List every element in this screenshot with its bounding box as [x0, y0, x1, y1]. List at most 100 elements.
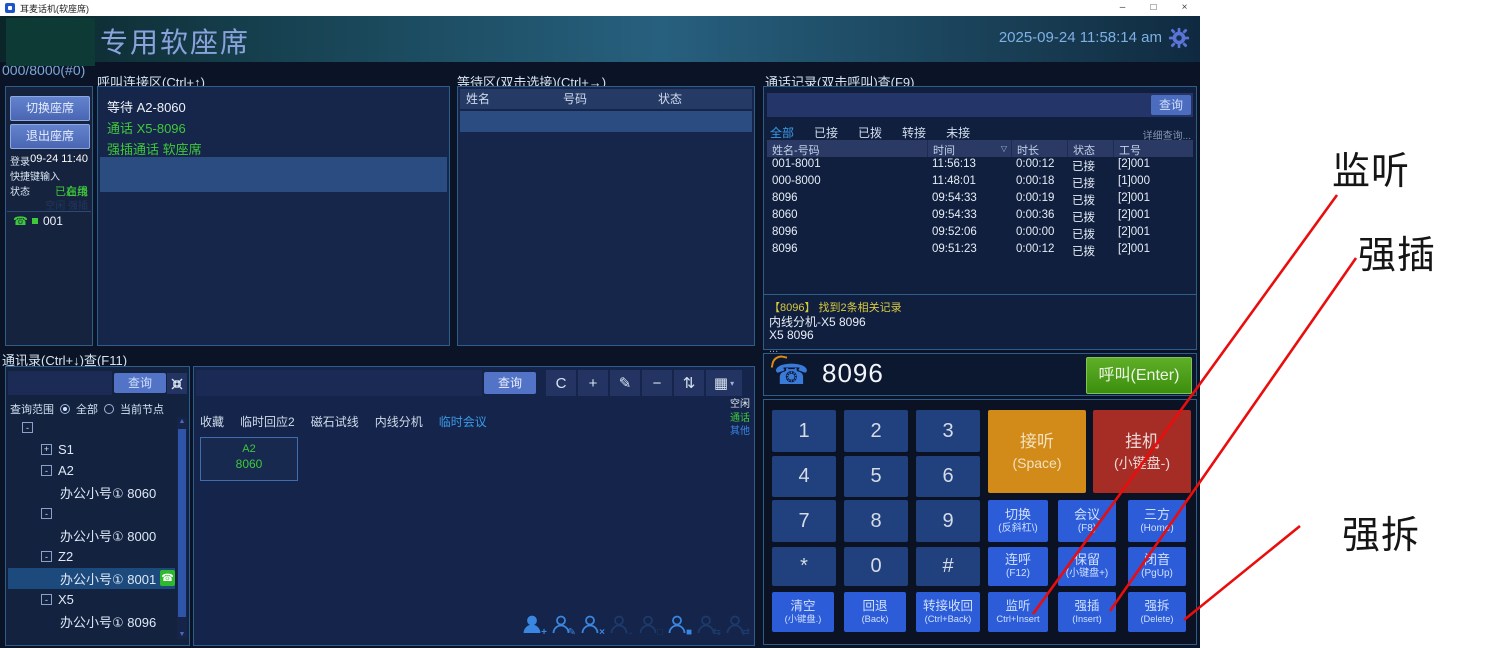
key-闭音[interactable]: 闭音(PgUp) [1128, 547, 1186, 586]
key-1[interactable]: 1 [772, 410, 836, 452]
connect-row[interactable]: 通话 X5-8096 [107, 118, 186, 137]
sort-desc-icon[interactable]: ▽ [1001, 144, 1007, 153]
collapse-icon[interactable]: - [41, 465, 52, 476]
key-0[interactable]: 0 [844, 547, 908, 586]
table-row[interactable]: 806009:54:330:00:36已拨[2]001 [767, 208, 1193, 225]
scroll-up-icon[interactable]: ▲ [177, 418, 187, 425]
edit-icon[interactable]: ✎ [610, 370, 640, 396]
contacts-search-input[interactable] [196, 370, 482, 396]
key-6[interactable]: 6 [916, 456, 980, 497]
key-9[interactable]: 9 [916, 500, 980, 542]
tree-item-办公小号①-8000[interactable]: 办公小号① 8000 [8, 525, 175, 547]
key-保留[interactable]: 保留(小键盘+) [1058, 547, 1116, 586]
call-button[interactable]: 呼叫(Enter) [1086, 357, 1192, 394]
add-icon[interactable]: + [578, 370, 608, 396]
key-hash[interactable]: # [916, 547, 980, 586]
tree-query-button[interactable]: 查询 [114, 373, 166, 393]
collapse-tree-icon[interactable] [167, 373, 187, 394]
delete-contact-icon[interactable]: × [579, 613, 603, 637]
filter-转接[interactable]: 转接 [902, 124, 926, 141]
key-转接收回[interactable]: 转接收回(Ctrl+Back) [916, 592, 980, 632]
key-连呼[interactable]: 连呼(F12) [988, 547, 1048, 586]
swap-contacts-icon[interactable]: ⇆ [695, 613, 719, 637]
remove-icon[interactable]: − [642, 370, 672, 396]
line-item[interactable]: ☎001 [13, 214, 63, 228]
tree-item-S1[interactable]: +S1 [8, 439, 175, 461]
tree-item-办公小号①-8060[interactable]: 办公小号① 8060 [8, 482, 175, 504]
key-会议[interactable]: 会议(F8) [1058, 500, 1116, 542]
dialed-number[interactable]: 8096 [822, 358, 884, 389]
key-5[interactable]: 5 [844, 456, 908, 497]
table-row[interactable]: 000-800011:48:010:00:18已接[1]000 [767, 174, 1193, 191]
scroll-thumb[interactable] [178, 429, 186, 617]
tree-item-办公小号①-8096[interactable]: 办公小号① 8096 [8, 611, 175, 633]
tree-item[interactable]: - [8, 417, 175, 439]
contacts-query-button[interactable]: 查询 [484, 372, 536, 394]
table-row[interactable]: 809609:51:230:00:12已拨[2]001 [767, 242, 1193, 259]
table-row[interactable]: 001-800111:56:130:00:12已接[2]001 [767, 157, 1193, 174]
view-mode-icon[interactable]: ▦▾ [706, 370, 742, 396]
close-button[interactable]: × [1169, 0, 1200, 16]
waiting-selected-row[interactable] [460, 111, 752, 132]
key-切换[interactable]: 切换(反斜杠\) [988, 500, 1048, 542]
filter-全部[interactable]: 全部 [770, 124, 794, 141]
refresh-icon[interactable]: C [546, 370, 576, 396]
key-强插[interactable]: 强插(Insert) [1058, 592, 1116, 632]
tab-收藏[interactable]: 收藏 [200, 413, 224, 430]
collapse-icon[interactable]: - [41, 508, 52, 519]
save-contact-icon[interactable]: ■ [666, 613, 690, 637]
key-7[interactable]: 7 [772, 500, 836, 542]
connect-row[interactable]: 等待 A2-8060 [107, 97, 186, 116]
monitor-contact-icon[interactable]: □ [637, 613, 661, 637]
key-清空[interactable]: 清空(小键盘.) [772, 592, 834, 632]
table-row[interactable]: 809609:54:330:00:19已拨[2]001 [767, 191, 1193, 208]
key-回退[interactable]: 回退(Back) [844, 592, 906, 632]
maximize-button[interactable]: □ [1138, 0, 1169, 16]
tree-item-Z2[interactable]: -Z2 [8, 546, 175, 568]
filter-已接[interactable]: 已接 [814, 124, 838, 141]
switch-agent-button[interactable]: 切换座席 [10, 96, 90, 121]
contact-card[interactable]: A2 8060 [200, 437, 298, 481]
scroll-down-icon[interactable]: ▼ [177, 631, 187, 638]
tree-item[interactable]: - [8, 503, 175, 525]
sync-contacts-icon[interactable]: ⇄ [724, 613, 748, 637]
tree-item-X5[interactable]: -X5 [8, 589, 175, 611]
settings-gear-icon[interactable] [1168, 27, 1190, 49]
radio-all[interactable] [60, 404, 70, 414]
tab-磁石试线[interactable]: 磁石试线 [311, 413, 359, 430]
expand-icon[interactable]: + [41, 444, 52, 455]
collapse-icon[interactable]: - [41, 594, 52, 605]
key-监听[interactable]: 监听Ctrl+Insert [988, 592, 1048, 632]
tree-scrollbar[interactable]: ▲ ▼ [177, 417, 187, 639]
key-强拆[interactable]: 强拆(Delete) [1128, 592, 1186, 632]
call-log-query-button[interactable]: 查询 [1151, 95, 1191, 115]
collapse-icon[interactable]: - [22, 422, 33, 433]
table-row[interactable]: 809609:52:060:00:00已拨[2]001 [767, 225, 1193, 242]
filter-未接[interactable]: 未接 [946, 124, 970, 141]
tab-临时回应2[interactable]: 临时回应2 [240, 413, 295, 430]
answer-button[interactable]: 接听(Space) [988, 410, 1086, 493]
tree-search-input[interactable] [8, 371, 112, 395]
tab-内线分机[interactable]: 内线分机 [375, 413, 423, 430]
collapse-icon[interactable]: - [41, 551, 52, 562]
connect-row[interactable]: 强插通话 软座席 [107, 139, 202, 158]
radio-current-node[interactable] [104, 404, 114, 414]
exit-agent-button[interactable]: 退出座席 [10, 124, 90, 149]
filter-已拨[interactable]: 已拨 [858, 124, 882, 141]
edit-contact-icon[interactable]: ✎ [550, 613, 574, 637]
minimize-button[interactable]: – [1107, 0, 1138, 16]
match-line[interactable]: X5 8096 [769, 328, 814, 342]
tab-临时会议[interactable]: 临时会议 [439, 413, 487, 430]
tree-item-A2[interactable]: -A2 [8, 460, 175, 482]
selected-empty-row[interactable] [100, 157, 447, 192]
key-2[interactable]: 2 [844, 410, 908, 452]
key-3[interactable]: 3 [916, 410, 980, 452]
forward-contact-icon[interactable]: → [608, 613, 632, 637]
key-star[interactable]: * [772, 547, 836, 586]
key-三方[interactable]: 三方(Home) [1128, 500, 1186, 542]
add-contact-icon[interactable]: + [521, 613, 545, 637]
key-8[interactable]: 8 [844, 500, 908, 542]
call-log-search-input[interactable]: 查询 [767, 93, 1193, 117]
key-4[interactable]: 4 [772, 456, 836, 497]
sort-icon[interactable]: ⇅ [674, 370, 704, 396]
